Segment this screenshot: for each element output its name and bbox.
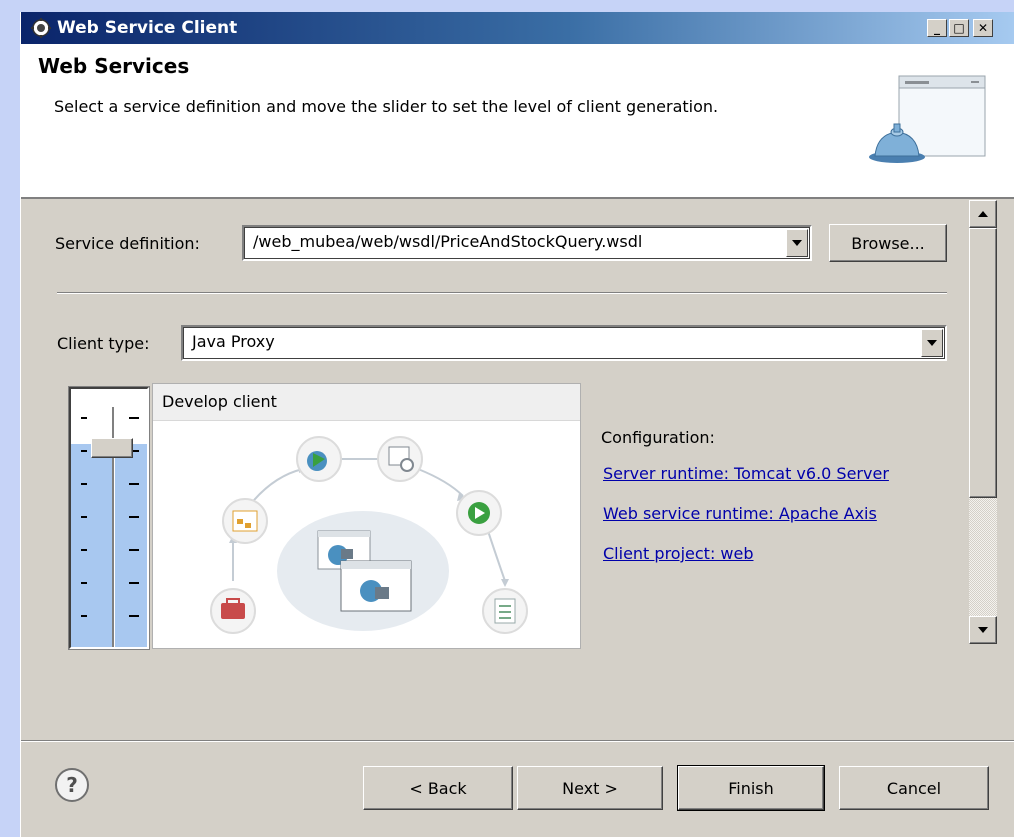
server-runtime-link[interactable]: Server runtime: Tomcat v6.0 Server [603, 464, 889, 483]
slider-tick [129, 549, 139, 551]
separator [57, 292, 947, 294]
maximize-button[interactable]: □ [949, 19, 969, 37]
slider-tick [129, 615, 139, 617]
slider-tick [129, 516, 139, 518]
web-service-wizard-icon [869, 75, 986, 163]
slider-tick [81, 417, 87, 419]
scroll-down-button[interactable] [969, 616, 997, 644]
client-type-label: Client type: [57, 334, 150, 353]
cancel-button[interactable]: Cancel [839, 766, 989, 810]
slider-thumb[interactable] [91, 437, 133, 458]
service-definition-label: Service definition: [55, 234, 200, 253]
web-service-client-dialog: Web Service Client _ □ ✕ Web Services Se… [20, 12, 1014, 837]
service-definition-dropdown-button[interactable] [786, 229, 808, 257]
scrollbar-thumb[interactable] [969, 228, 997, 498]
back-button[interactable]: < Back [363, 766, 513, 810]
browse-button-label: Browse... [851, 234, 925, 253]
configuration-heading: Configuration: [601, 428, 715, 447]
preview-title: Develop client [162, 392, 277, 411]
next-button[interactable]: Next > [517, 766, 663, 810]
service-definition-value: /web_mubea/web/wsdl/PriceAndStockQuery.w… [253, 232, 643, 251]
slider-tick [129, 483, 139, 485]
client-generation-slider[interactable] [68, 386, 150, 650]
slider-tick [81, 615, 87, 617]
client-type-combo[interactable]: Java Proxy [181, 325, 947, 361]
web-service-runtime-link[interactable]: Web service runtime: Apache Axis [603, 504, 877, 523]
minimize-button[interactable]: _ [927, 19, 947, 37]
eclipse-gear-icon [31, 18, 51, 38]
slider-tick [129, 582, 139, 584]
slider-tick [81, 549, 87, 551]
slider-tick [81, 450, 87, 452]
footer-separator [21, 740, 1014, 742]
chevron-up-icon [978, 211, 988, 217]
window-title: Web Service Client [57, 18, 238, 38]
scroll-up-button[interactable] [969, 200, 997, 228]
finish-button[interactable]: Finish [677, 765, 825, 811]
slider-tick [129, 417, 139, 419]
preview-header: Develop client [153, 384, 580, 421]
slider-tick [81, 582, 87, 584]
page-title: Web Services [38, 54, 190, 78]
slider-tick [81, 483, 87, 485]
chevron-down-icon [792, 240, 802, 246]
develop-client-diagram [210, 436, 528, 634]
client-project-link[interactable]: Client project: web [603, 544, 754, 563]
title-bar[interactable]: Web Service Client _ □ ✕ [21, 12, 1014, 44]
vertical-scrollbar[interactable] [969, 200, 999, 644]
page-description: Select a service definition and move the… [54, 97, 719, 116]
chevron-down-icon [927, 340, 937, 346]
slider-tick [81, 516, 87, 518]
chevron-down-icon [978, 627, 988, 633]
browse-label-text: Browse... [851, 233, 925, 253]
help-icon[interactable]: ? [55, 768, 89, 802]
client-type-value: Java Proxy [192, 332, 275, 351]
client-generation-preview: Develop client [152, 383, 581, 649]
service-definition-combo[interactable]: /web_mubea/web/wsdl/PriceAndStockQuery.w… [242, 225, 812, 261]
client-type-dropdown-button[interactable] [921, 329, 943, 357]
browse-button[interactable]: Browse... [829, 224, 947, 262]
close-button[interactable]: ✕ [973, 19, 993, 37]
